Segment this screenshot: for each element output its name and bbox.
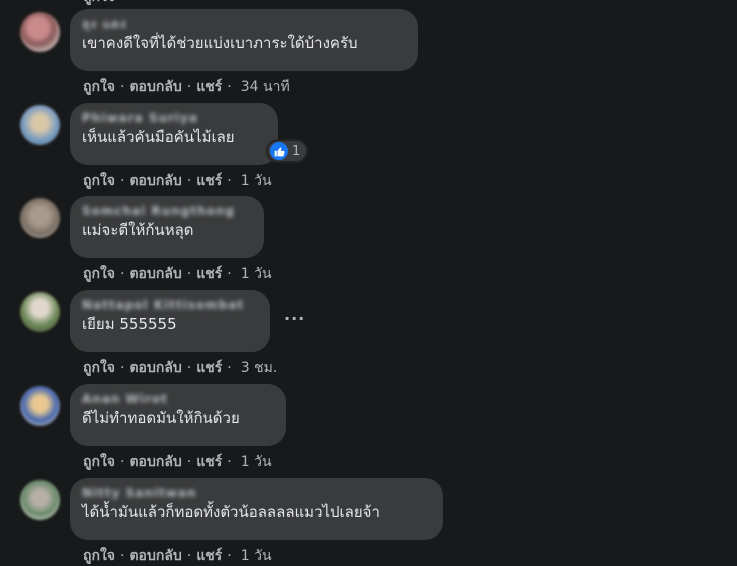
reply-link[interactable]: ตอบกลับ xyxy=(129,173,181,189)
comment-bubble: Somchai Rungthong แม่จะตีให้ก้นหลุด xyxy=(70,196,264,258)
comment-author[interactable]: Nitty Sanitwan xyxy=(82,484,431,502)
avatar[interactable] xyxy=(20,198,60,238)
comment-time[interactable]: 1 วัน xyxy=(241,266,272,282)
reply-link[interactable]: ตอบกลับ xyxy=(129,360,181,376)
like-link[interactable]: ถูกใจ xyxy=(83,79,115,95)
reaction-count: 1 xyxy=(292,143,301,159)
separator: · xyxy=(186,454,192,470)
separator: · xyxy=(227,173,232,189)
reaction-badge[interactable]: 1 xyxy=(268,141,307,161)
comment-bubble: Nitty Sanitwan ได้น้ำมันแล้วก็ทอดทั้งตัว… xyxy=(70,478,443,540)
reply-link[interactable]: ตอบกลับ xyxy=(129,79,181,95)
separator: · xyxy=(227,548,232,564)
separator: · xyxy=(186,266,192,282)
like-link[interactable]: ถูกใจ xyxy=(83,360,115,376)
more-horizontal-icon[interactable]: ··· xyxy=(284,309,305,328)
separator: · xyxy=(120,548,125,564)
share-link[interactable]: แชร์ xyxy=(196,266,222,282)
comment-bubble: Anan Wirot ดีไม่ทำทอดมันให้กินด้วย xyxy=(70,384,286,446)
share-link[interactable]: แชร์ xyxy=(196,360,222,376)
share-link[interactable]: แชร์ xyxy=(196,454,222,470)
avatar[interactable] xyxy=(20,292,60,332)
comment-actions: ถูกใจ · ตอบกลับ · แชร์ · 34 นาที xyxy=(83,78,290,96)
comment-text: เห็นแล้วคันมือคันไม้เลย xyxy=(82,128,235,146)
separator: · xyxy=(227,79,232,95)
comment-time[interactable]: 34 นาที xyxy=(241,79,290,95)
share-link[interactable]: แชร์ xyxy=(196,548,222,564)
separator: · xyxy=(120,266,125,282)
reply-link[interactable]: ตอบกลับ xyxy=(129,548,181,564)
comment-time[interactable]: 1 วัน xyxy=(241,548,272,564)
like-link[interactable]: ถูกใจ xyxy=(83,266,115,282)
separator: · xyxy=(120,173,125,189)
comment-actions: ถูกใจ · ตอบกลับ · แชร์ · 1 วัน xyxy=(83,265,272,283)
separator: · xyxy=(227,360,232,376)
comment-author[interactable]: Nattapol Kittisombat xyxy=(82,296,258,314)
comment-author[interactable]: Somchai Rungthong xyxy=(82,202,252,220)
comment-actions-partial: ถูกใจ xyxy=(83,0,115,6)
separator: · xyxy=(186,360,192,376)
like-link[interactable]: ถูกใจ xyxy=(83,454,115,470)
share-link[interactable]: แชร์ xyxy=(196,79,222,95)
avatar[interactable] xyxy=(20,105,60,145)
comment-author[interactable]: Anan Wirot xyxy=(82,390,274,408)
separator: · xyxy=(120,79,125,95)
avatar[interactable] xyxy=(20,386,60,426)
like-link[interactable]: ถูกใจ xyxy=(83,173,115,189)
comment-bubble: Nattapol Kittisombat เยียม 555555 xyxy=(70,290,270,352)
comment-actions: ถูกใจ · ตอบกลับ · แชร์ · 1 วัน xyxy=(83,172,272,190)
reply-link[interactable]: ตอบกลับ xyxy=(129,454,181,470)
reply-link[interactable]: ตอบกลับ xyxy=(129,266,181,282)
separator: · xyxy=(186,548,192,564)
comment-author[interactable]: Phiwara Suriya xyxy=(82,109,266,127)
like-link[interactable]: ถูกใจ xyxy=(83,548,115,564)
comment-time[interactable]: 1 วัน xyxy=(241,173,272,189)
separator: · xyxy=(120,454,125,470)
comment-time[interactable]: 1 วัน xyxy=(241,454,272,470)
separator: · xyxy=(186,79,192,95)
comment-time[interactable]: 3 ชม. xyxy=(241,360,278,376)
comment-text: แม่จะตีให้ก้นหลุด xyxy=(82,221,194,239)
comment-text: เขาคงดีใจที่ได้ช่วยแบ่งเบาภาระใด้บ้างครั… xyxy=(82,34,358,52)
comment-actions: ถูกใจ · ตอบกลับ · แชร์ · 1 วัน xyxy=(83,453,272,471)
avatar[interactable] xyxy=(20,480,60,520)
separator: · xyxy=(227,266,232,282)
comment-actions: ถูกใจ · ตอบกลับ · แชร์ · 1 วัน xyxy=(83,547,272,565)
comment-actions: ถูกใจ · ตอบกลับ · แชร์ · 3 ชม. xyxy=(83,359,277,377)
comment-text: ได้น้ำมันแล้วก็ทอดทั้งตัวน้อลลลลแมวไปเลย… xyxy=(82,503,380,521)
comments-list: ถูกใจ ลุง แดง เขาคงดีใจที่ได้ช่วยแบ่งเบา… xyxy=(0,0,737,566)
thumbs-up-icon xyxy=(270,142,288,160)
comment-bubble: ลุง แดง เขาคงดีใจที่ได้ช่วยแบ่งเบาภาระใด… xyxy=(70,9,418,71)
separator: · xyxy=(186,173,192,189)
share-link[interactable]: แชร์ xyxy=(196,173,222,189)
comment-bubble: Phiwara Suriya เห็นแล้วคันมือคันไม้เลย xyxy=(70,103,278,165)
comment-text: ดีไม่ทำทอดมันให้กินด้วย xyxy=(82,409,240,427)
separator: · xyxy=(120,360,125,376)
avatar[interactable] xyxy=(20,12,60,52)
comment-author[interactable]: ลุง แดง xyxy=(82,15,406,33)
comment-text: เยียม 555555 xyxy=(82,315,177,333)
like-link[interactable]: ถูกใจ xyxy=(83,0,115,5)
separator: · xyxy=(227,454,232,470)
